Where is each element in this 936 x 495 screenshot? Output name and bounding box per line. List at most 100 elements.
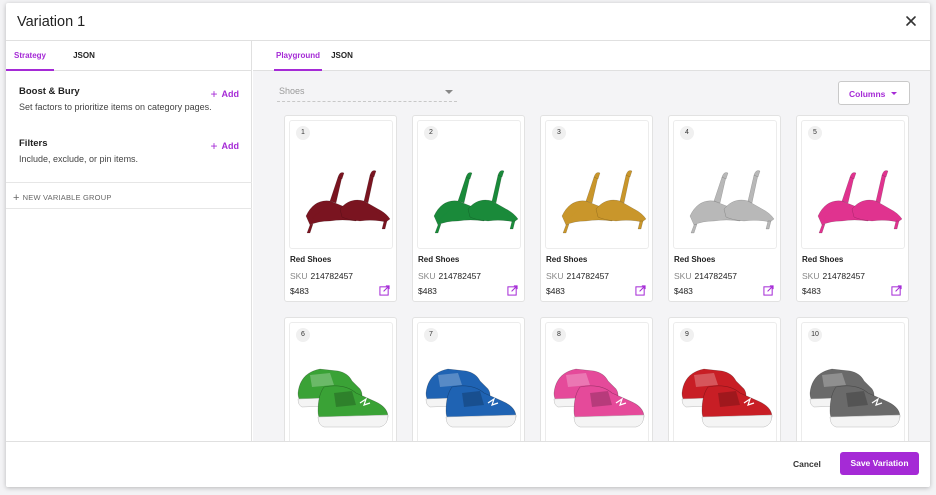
left-tabs: Strategy JSON (6, 41, 251, 71)
product-image: 6 (289, 322, 393, 441)
product-position-badge: 1 (296, 126, 310, 140)
new-variable-group-button[interactable]: + NEW VARIABLE GROUP (13, 191, 112, 204)
boost-bury-title: Boost & Bury (19, 86, 80, 97)
shoe-image (689, 170, 775, 234)
sku-value: 214782457 (310, 271, 354, 281)
category-select-value: Shoes (279, 86, 305, 96)
shoe-image (817, 170, 903, 234)
sku-label: SKU (546, 271, 564, 281)
shoe-image (561, 170, 647, 234)
product-card[interactable]: 10 (796, 317, 909, 441)
variation-dialog: Variation 1 Strategy JSON Boost & Bury +… (6, 3, 930, 487)
product-sku: SKU 214782457 (290, 271, 353, 281)
product-card[interactable]: 8 (540, 317, 653, 441)
plus-icon: + (210, 139, 218, 153)
dialog-footer: Cancel Save Variation (6, 441, 930, 487)
columns-button[interactable]: Columns (838, 81, 910, 105)
dialog-header: Variation 1 (6, 3, 930, 41)
product-name: Red Shoes (802, 255, 844, 264)
product-price: $483 (290, 286, 309, 296)
shoe-image (305, 170, 391, 234)
tab-playground[interactable]: Playground (274, 41, 322, 71)
shoe-image (433, 170, 519, 234)
open-external-icon[interactable] (891, 285, 902, 296)
add-boost-bury-button[interactable]: + Add (210, 86, 240, 101)
tab-strategy[interactable]: Strategy (6, 41, 54, 71)
product-position-badge: 10 (808, 328, 822, 342)
product-sku: SKU 214782457 (674, 271, 737, 281)
category-select[interactable]: Shoes (277, 82, 457, 102)
tab-json-right[interactable]: JSON (327, 41, 357, 71)
product-image: 2 (417, 120, 521, 249)
sku-value: 214782457 (694, 271, 738, 281)
sku-label: SKU (674, 271, 692, 281)
playground-panel: Playground JSON Shoes Columns 1 Red Shoes… (253, 41, 930, 441)
product-position-badge: 9 (680, 328, 694, 342)
product-card[interactable]: 5 Red Shoes SKU 214782457 $483 (796, 115, 909, 302)
product-image: 10 (801, 322, 905, 441)
product-card[interactable]: 3 Red Shoes SKU 214782457 $483 (540, 115, 653, 302)
strategy-panel: Strategy JSON Boost & Bury + Add Set fact… (6, 41, 252, 441)
product-card[interactable]: 6 (284, 317, 397, 441)
new-variable-group-label: NEW VARIABLE GROUP (22, 193, 112, 202)
chevron-down-icon (445, 90, 453, 94)
dialog-title: Variation 1 (17, 14, 86, 30)
product-image: 4 (673, 120, 777, 249)
product-price: $483 (418, 286, 437, 296)
add-label: Add (221, 141, 240, 151)
add-filter-button[interactable]: + Add (210, 138, 240, 153)
product-image: 3 (545, 120, 649, 249)
columns-label: Columns (849, 89, 886, 99)
product-name: Red Shoes (546, 255, 588, 264)
product-position-badge: 5 (808, 126, 822, 140)
cancel-button[interactable]: Cancel (793, 459, 821, 469)
filters-section: Filters + Add Include, exclude, or pin it… (19, 138, 239, 172)
product-name: Red Shoes (290, 255, 332, 264)
sku-value: 214782457 (566, 271, 610, 281)
filters-description: Include, exclude, or pin items. (19, 154, 139, 164)
sku-label: SKU (418, 271, 436, 281)
product-price: $483 (674, 286, 693, 296)
tab-json-left[interactable]: JSON (64, 41, 104, 71)
product-sku: SKU 214782457 (546, 271, 609, 281)
sku-value: 214782457 (822, 271, 866, 281)
product-name: Red Shoes (418, 255, 460, 264)
product-image: 7 (417, 322, 521, 441)
product-card[interactable]: 2 Red Shoes SKU 214782457 $483 (412, 115, 525, 302)
close-icon[interactable] (904, 14, 918, 28)
filters-title: Filters (19, 138, 48, 149)
product-price: $483 (546, 286, 565, 296)
product-image: 8 (545, 322, 649, 441)
save-variation-button[interactable]: Save Variation (840, 452, 919, 475)
product-image: 1 (289, 120, 393, 249)
product-position-badge: 7 (424, 328, 438, 342)
open-external-icon[interactable] (763, 285, 774, 296)
add-label: Add (221, 89, 240, 99)
plus-icon: + (13, 192, 20, 204)
sku-label: SKU (290, 271, 308, 281)
sku-label: SKU (802, 271, 820, 281)
plus-icon: + (210, 87, 218, 101)
product-position-badge: 3 (552, 126, 566, 140)
product-card[interactable]: 1 Red Shoes SKU 214782457 $483 (284, 115, 397, 302)
chevron-down-icon (891, 92, 897, 95)
open-external-icon[interactable] (379, 285, 390, 296)
product-card[interactable]: 7 (412, 317, 525, 441)
product-position-badge: 2 (424, 126, 438, 140)
product-card[interactable]: 9 (668, 317, 781, 441)
new-variable-group-row: + NEW VARIABLE GROUP (6, 182, 252, 209)
product-card[interactable]: 4 Red Shoes SKU 214782457 $483 (668, 115, 781, 302)
product-sku: SKU 214782457 (802, 271, 865, 281)
boost-bury-section: Boost & Bury + Add Set factors to priorit… (19, 86, 239, 120)
open-external-icon[interactable] (635, 285, 646, 296)
open-external-icon[interactable] (507, 285, 518, 296)
sku-value: 214782457 (438, 271, 482, 281)
boost-bury-description: Set factors to prioritize items on categ… (19, 102, 212, 112)
product-position-badge: 4 (680, 126, 694, 140)
product-sku: SKU 214782457 (418, 271, 481, 281)
product-image: 5 (801, 120, 905, 249)
product-position-badge: 6 (296, 328, 310, 342)
right-tabs: Playground JSON (253, 41, 930, 71)
product-price: $483 (802, 286, 821, 296)
product-image: 9 (673, 322, 777, 441)
